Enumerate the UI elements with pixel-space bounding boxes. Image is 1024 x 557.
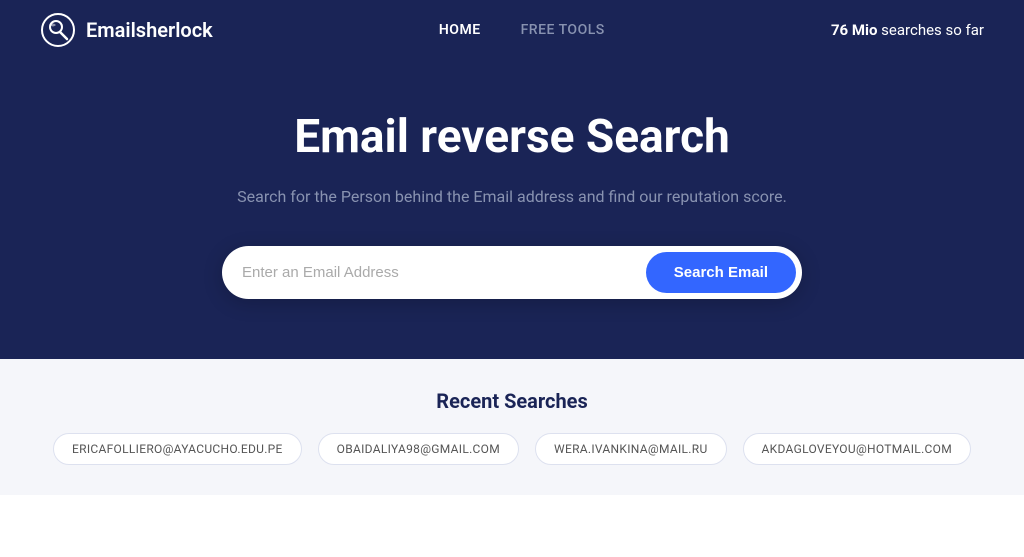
logo-icon <box>40 12 76 48</box>
search-email-button[interactable]: Search Email <box>646 252 796 293</box>
logo-text: Emailsherlock <box>86 18 213 42</box>
search-count-number: 76 Mio <box>831 21 878 39</box>
logo-area: Emailsherlock <box>40 12 213 48</box>
search-count: 76 Mio searches so far <box>831 21 984 39</box>
recent-search-item[interactable]: WERA.IVANKINA@MAIL.RU <box>535 433 727 465</box>
recent-search-item[interactable]: OBAIDALIYA98@GMAIL.COM <box>318 433 519 465</box>
recent-searches-list: ERICAFOLLIERO@AYACUCHO.EDU.PE OBAIDALIYA9… <box>40 433 984 465</box>
email-input[interactable] <box>242 254 646 291</box>
hero-subtitle: Search for the Person behind the Email a… <box>237 184 787 210</box>
recent-search-item[interactable]: AKDAGLOVEYOU@HOTMAIL.COM <box>743 433 971 465</box>
main-nav: HOME FREE TOOLS <box>439 22 605 38</box>
nav-home[interactable]: HOME <box>439 22 481 38</box>
recent-searches-section: Recent Searches ERICAFOLLIERO@AYACUCHO.E… <box>0 359 1024 495</box>
recent-searches-title: Recent Searches <box>40 389 984 413</box>
nav-free-tools[interactable]: FREE TOOLS <box>521 22 605 38</box>
recent-search-item[interactable]: ERICAFOLLIERO@AYACUCHO.EDU.PE <box>53 433 302 465</box>
search-bar: Search Email <box>222 246 802 299</box>
hero-title: Email reverse Search <box>294 110 730 164</box>
header: Emailsherlock HOME FREE TOOLS 76 Mio sea… <box>0 0 1024 60</box>
search-count-label: searches so far <box>877 21 984 39</box>
hero-section: Email reverse Search Search for the Pers… <box>0 60 1024 359</box>
